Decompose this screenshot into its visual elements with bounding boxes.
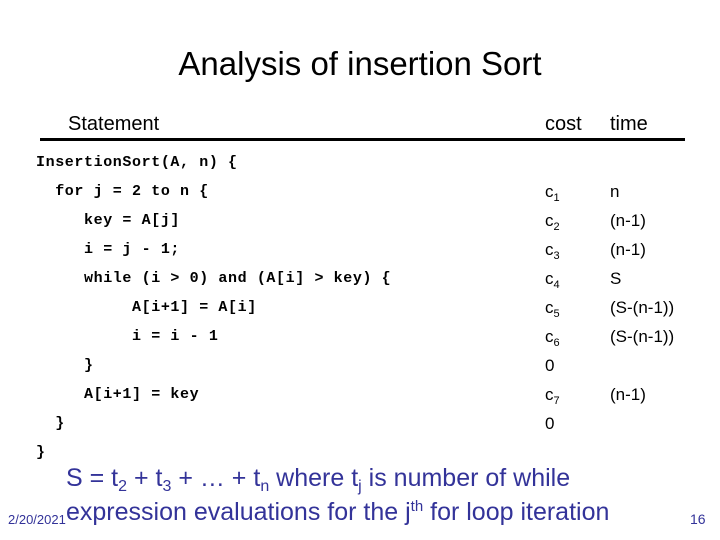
note-seg: + … + t: [171, 464, 261, 492]
note-seg: S = t: [66, 464, 119, 492]
time-value: S: [610, 269, 622, 288]
note-seg: for loop iteration: [423, 498, 610, 526]
note-superscript: th: [410, 498, 424, 515]
column-header-time: time: [610, 113, 648, 135]
cost-subscript: 4: [553, 279, 560, 291]
footer-page-number: 16: [690, 511, 706, 527]
time-value: (n-1): [610, 240, 646, 259]
cost-value: c6: [545, 322, 560, 354]
code-line: A[i+1] = key: [36, 386, 200, 403]
cost-value: c3: [545, 235, 560, 267]
code-line: i = j - 1;: [36, 241, 181, 258]
code-line: }: [36, 357, 94, 374]
algorithm-cost-table: InsertionSort(A, n) { for j = 2 to n { c…: [36, 148, 696, 467]
cost-value: c5: [545, 293, 560, 325]
cost-base: c: [545, 182, 554, 201]
note-subscript: 2: [118, 478, 128, 495]
page-title: Analysis of insertion Sort: [178, 45, 542, 82]
footer-date: 2/20/2021: [8, 512, 66, 527]
cost-base: c: [545, 211, 554, 230]
note-line-2: expression evaluations for the jth for l…: [66, 497, 686, 531]
cost-base: c: [545, 269, 554, 288]
note-seg: + t: [127, 464, 163, 492]
summation-note: S = t2 + t3 + … + tn where tj is number …: [66, 463, 686, 531]
cost-base: 0: [545, 356, 555, 375]
table-row: } 0: [36, 409, 696, 438]
code-line: for j = 2 to n {: [36, 183, 209, 200]
code-line: InsertionSort(A, n) {: [36, 154, 238, 171]
note-seg: is number of while: [361, 464, 571, 492]
table-row: key = A[j] c2 (n-1): [36, 206, 696, 235]
note-subscript: 3: [162, 478, 172, 495]
cost-subscript: 7: [553, 395, 560, 407]
cost-value: 0: [545, 409, 554, 441]
time-value: (n-1): [610, 385, 646, 404]
time-value: (S-(n-1)): [610, 327, 675, 346]
cost-value: c4: [545, 264, 560, 296]
cost-base: c: [545, 240, 554, 259]
note-seg: expression evaluations for the j: [66, 498, 411, 526]
note-seg: where t: [269, 464, 359, 492]
cost-value: 0: [545, 351, 554, 383]
table-row: i = j - 1; c3 (n-1): [36, 235, 696, 264]
table-row: i = i - 1 c6 (S-(n-1)): [36, 322, 696, 351]
cost-subscript: 5: [553, 308, 560, 320]
cost-base: c: [545, 327, 554, 346]
code-line: A[i+1] = A[i]: [36, 299, 257, 316]
note-subscript: j: [358, 478, 362, 495]
cost-base: 0: [545, 414, 555, 433]
code-line: while (i > 0) and (A[i] > key) {: [36, 270, 392, 287]
table-row: InsertionSort(A, n) {: [36, 148, 696, 177]
table-header-row: Statement cost time: [40, 113, 685, 141]
cost-subscript: 1: [553, 192, 560, 204]
time-value: (S-(n-1)): [610, 298, 675, 317]
column-header-statement: Statement: [68, 113, 160, 135]
code-line: key = A[j]: [36, 212, 181, 229]
cost-subscript: 3: [553, 250, 560, 262]
note-subscript: n: [260, 478, 270, 495]
table-row: for j = 2 to n { c1 n: [36, 177, 696, 206]
cost-value: c2: [545, 206, 560, 238]
table-row: A[i+1] = A[i] c5 (S-(n-1)): [36, 293, 696, 322]
cost-subscript: 2: [553, 221, 560, 233]
cost-base: c: [545, 385, 554, 404]
slide: Analysis of insertion Sort Statement cos…: [0, 0, 720, 540]
code-line: }: [36, 444, 46, 461]
code-line: i = i - 1: [36, 328, 219, 345]
table-row: } 0: [36, 351, 696, 380]
table-row: while (i > 0) and (A[i] > key) { c4 S: [36, 264, 696, 293]
note-line-1: S = t2 + t3 + … + tn where tj is number …: [66, 463, 686, 497]
code-line: }: [36, 415, 65, 432]
column-header-cost: cost: [545, 113, 582, 135]
time-value: n: [610, 182, 620, 201]
table-row: A[i+1] = key c7 (n-1): [36, 380, 696, 409]
cost-base: c: [545, 298, 554, 317]
cost-value: c1: [545, 177, 560, 209]
time-value: (n-1): [610, 211, 646, 230]
cost-value: c7: [545, 380, 560, 412]
cost-subscript: 6: [553, 337, 560, 349]
